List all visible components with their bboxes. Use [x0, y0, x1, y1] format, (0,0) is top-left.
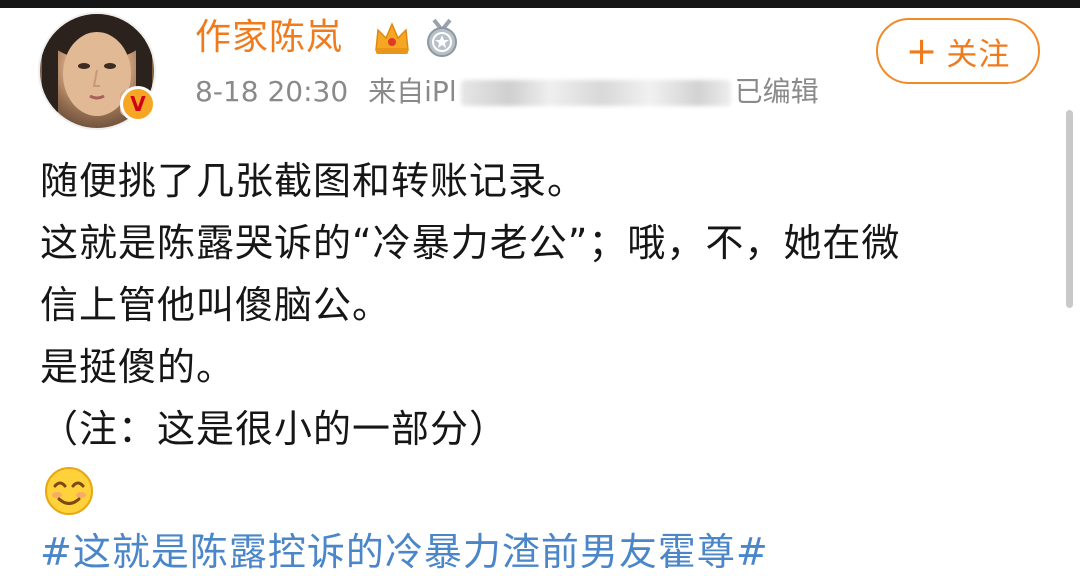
crown-icon [375, 22, 409, 54]
author-name[interactable]: 作家陈岚 [195, 14, 343, 62]
post-line: 随便挑了几张截图和转账记录。 [40, 159, 587, 203]
post-line: 是挺傻的。 [40, 345, 236, 389]
post-line: 这就是陈露哭诉的“冷暴力老公”；哦，不，她在微 [40, 221, 901, 265]
medal-icon [427, 18, 457, 57]
verified-mark: V [130, 92, 146, 116]
verified-badge-icon: V [120, 86, 156, 122]
source-prefix: 来自 [368, 75, 425, 108]
scrollbar[interactable] [1066, 110, 1073, 308]
post-line: （注：这是很小的一部分） [40, 407, 509, 451]
source-fragment: iPl [424, 75, 457, 108]
smiling-face-emoji-icon [45, 467, 93, 515]
post-meta: 8-18 20:30 来自iPl 已编辑 [195, 70, 819, 114]
post-time: 8-18 20:30 [195, 75, 349, 108]
post-line: 信上管他叫傻脑公。 [40, 283, 392, 327]
plus-icon: + [905, 29, 939, 73]
follow-button[interactable]: + 关注 [876, 18, 1040, 84]
redacted-source-blur [460, 80, 731, 106]
post-body: 随便挑了几张截图和转账记录。 这就是陈露哭诉的“冷暴力老公”；哦，不，她在微 信… [40, 150, 1050, 460]
status-bar-strip [0, 0, 1080, 8]
follow-label: 关注 [946, 36, 1011, 73]
hashtag-link[interactable]: #这就是陈露控诉的冷暴力渣前男友霍尊# [40, 528, 769, 576]
edited-label: 已编辑 [734, 75, 819, 108]
